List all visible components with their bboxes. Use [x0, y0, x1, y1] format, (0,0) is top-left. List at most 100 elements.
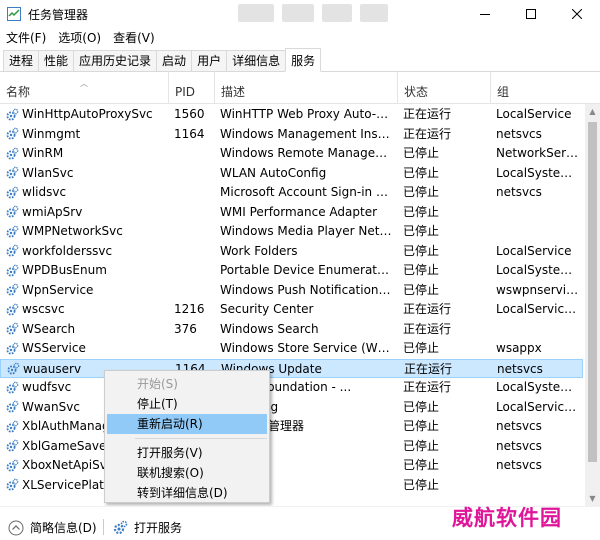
maximize-button[interactable] — [508, 0, 554, 28]
service-name: WMPNetworkSvc — [22, 224, 123, 238]
context-stop[interactable]: 停止(T) — [105, 394, 269, 414]
service-name-cell: WSService — [5, 339, 165, 358]
table-row[interactable]: wlidsvc Microsoft Account Sign-in As... 已停… — [0, 183, 583, 203]
service-group: LocalService — [496, 107, 572, 121]
services-table: ︿ 名称 PID 描述 状态 组 WinHttpAutoProxySvc 1560… — [0, 72, 600, 506]
table-row[interactable]: wuauserv 1164 Windows Update 正在运行 netsvcs — [0, 358, 583, 378]
tab-startup[interactable]: 启动 — [156, 50, 193, 71]
service-name-cell: WlanSvc — [5, 164, 165, 183]
table-row[interactable]: WinRM Windows Remote Manageme... 已停止 Networ… — [0, 144, 583, 164]
column-header-status[interactable]: 状态 — [397, 72, 490, 104]
service-name-cell: workfolderssvc — [5, 242, 165, 261]
service-name: WPDBusEnum — [22, 263, 107, 277]
menu-bar: 文件(F) 选项(O) 查看(V) — [0, 28, 600, 48]
title-bar: 任务管理器 — [0, 0, 600, 28]
service-name: Winmgmt — [22, 126, 81, 141]
footer-divider — [103, 519, 104, 535]
service-description: Windows Management Instru... — [220, 126, 392, 141]
service-status: 已停止 — [403, 224, 440, 238]
service-gear-icon — [6, 186, 19, 198]
service-group: LocalService... — [496, 302, 580, 316]
context-open-services[interactable]: 打开服务(V) — [105, 443, 269, 463]
services-gear-icon — [113, 520, 128, 534]
table-row[interactable]: XblGameSave游戏保存已停止netsvcs — [0, 437, 583, 457]
table-row[interactable]: WPDBusEnum Portable Device Enumerator ...… — [0, 261, 583, 281]
service-gear-icon — [6, 244, 19, 257]
service-name-cell: wmiApSrv — [5, 203, 165, 222]
tab-performance[interactable]: 性能 — [38, 50, 75, 71]
service-description: Work Folders — [220, 243, 298, 258]
column-header-pid[interactable]: PID — [168, 72, 214, 104]
service-description: Portable Device Enumerator ... — [220, 263, 392, 277]
table-row[interactable]: WpnService Windows Push Notifications S..… — [0, 281, 583, 301]
service-name: WinHttpAutoProxySvc — [22, 107, 153, 121]
service-gear-icon — [6, 283, 19, 296]
context-restart[interactable]: 重新启动(R) — [107, 414, 267, 434]
open-services-label: 打开服务 — [134, 521, 183, 535]
table-row[interactable]: WwanSvcutoConfig已停止LocalService... — [0, 398, 583, 418]
service-gear-icon — [6, 459, 19, 471]
service-pid — [174, 164, 214, 183]
scrollbar-thumb[interactable] — [588, 122, 597, 462]
context-go-to-details[interactable]: 转到详细信息(D) — [105, 483, 269, 503]
service-name: wudfsvc — [22, 380, 72, 394]
close-button[interactable] — [554, 0, 600, 28]
vertical-scrollbar[interactable]: ▲ ▼ — [585, 104, 600, 506]
menu-options[interactable]: 选项(O) — [52, 28, 107, 48]
service-status: 正在运行 — [403, 302, 452, 316]
service-status: 已停止 — [403, 341, 440, 355]
service-description: WinHTTP Web Proxy Auto-Dis... — [220, 107, 392, 121]
service-gear-icon — [6, 400, 19, 413]
table-row[interactable]: WlanSvc WLAN AutoConfig 已停止 LocalSystem... — [0, 164, 583, 184]
tab-users[interactable]: 用户 — [191, 50, 228, 71]
table-row[interactable]: wudfsvc Driver Foundation - ... 正在运行 LocalS… — [0, 378, 583, 398]
column-header-group[interactable]: 组 — [490, 72, 585, 104]
service-name: wscsvc — [22, 302, 65, 316]
table-row[interactable]: WSService Windows Store Service (WSS... 已停… — [0, 339, 583, 359]
table-row[interactable]: WMPNetworkSvc Windows Media Player Netw..… — [0, 222, 583, 242]
service-name: XLServicePlatfo — [22, 477, 116, 492]
table-row[interactable]: XboxNetApiSvc网络服务已停止netsvcs — [0, 456, 583, 476]
table-row[interactable]: XblAuthManage身份验证管理器已停止netsvcs — [0, 417, 583, 437]
minimize-icon — [480, 14, 490, 15]
service-pid — [174, 281, 214, 300]
service-gear-icon — [7, 362, 20, 375]
table-row[interactable]: wscsvc 1216 Security Center 正在运行 LocalServic… — [0, 300, 583, 320]
menu-file[interactable]: 文件(F) — [0, 28, 52, 48]
tab-app-history[interactable]: 应用历史记录 — [73, 50, 158, 71]
service-status: 已停止 — [403, 438, 440, 453]
service-description: Windows Push Notifications S... — [220, 282, 392, 297]
tab-processes[interactable]: 进程 — [3, 50, 40, 71]
service-name: XboxNetApiSvc — [22, 458, 114, 472]
table-row[interactable]: wmiApSrv WMI Performance Adapter 已停止 — [0, 203, 583, 223]
service-pid — [174, 339, 214, 358]
maximize-icon — [526, 9, 536, 19]
context-start: 开始(S) — [137, 377, 178, 391]
tab-details[interactable]: 详细信息 — [226, 50, 287, 71]
column-header-name[interactable]: 名称 — [0, 72, 168, 104]
table-row[interactable]: XLServicePlatfoPlatform已停止 — [0, 476, 583, 496]
column-header-description[interactable]: 描述 — [214, 72, 397, 104]
open-services-link[interactable]: 打开服务 — [112, 519, 182, 536]
tab-services[interactable]: 服务 — [285, 48, 322, 72]
service-pid — [174, 183, 214, 202]
service-group — [496, 320, 580, 339]
fewer-details-button[interactable]: 简略信息(D) — [8, 519, 97, 536]
context-search-online[interactable]: 联机搜索(O) — [105, 463, 269, 483]
table-row[interactable]: workfolderssvc Work Folders 已停止 LocalServic… — [0, 242, 583, 262]
minimize-button[interactable] — [462, 0, 508, 28]
service-gear-icon — [6, 303, 19, 315]
menu-separator — [135, 438, 267, 439]
service-description: Security Center — [220, 302, 314, 316]
table-row[interactable]: WinHttpAutoProxySvc 1560 WinHTTP Web Proxy… — [0, 105, 583, 125]
window-title: 任务管理器 — [28, 8, 89, 22]
service-status: 已停止 — [403, 477, 440, 492]
scroll-down-icon[interactable]: ▼ — [585, 491, 600, 506]
service-gear-icon — [6, 127, 19, 140]
service-pid — [174, 203, 214, 222]
menu-view[interactable]: 查看(V) — [107, 28, 161, 48]
scroll-up-icon[interactable]: ▲ — [585, 104, 600, 119]
table-row[interactable]: Winmgmt 1164 Windows Management Instru... 正… — [0, 125, 583, 145]
service-group — [496, 203, 580, 222]
table-row[interactable]: WSearch 376 Windows Search 正在运行 — [0, 320, 583, 340]
